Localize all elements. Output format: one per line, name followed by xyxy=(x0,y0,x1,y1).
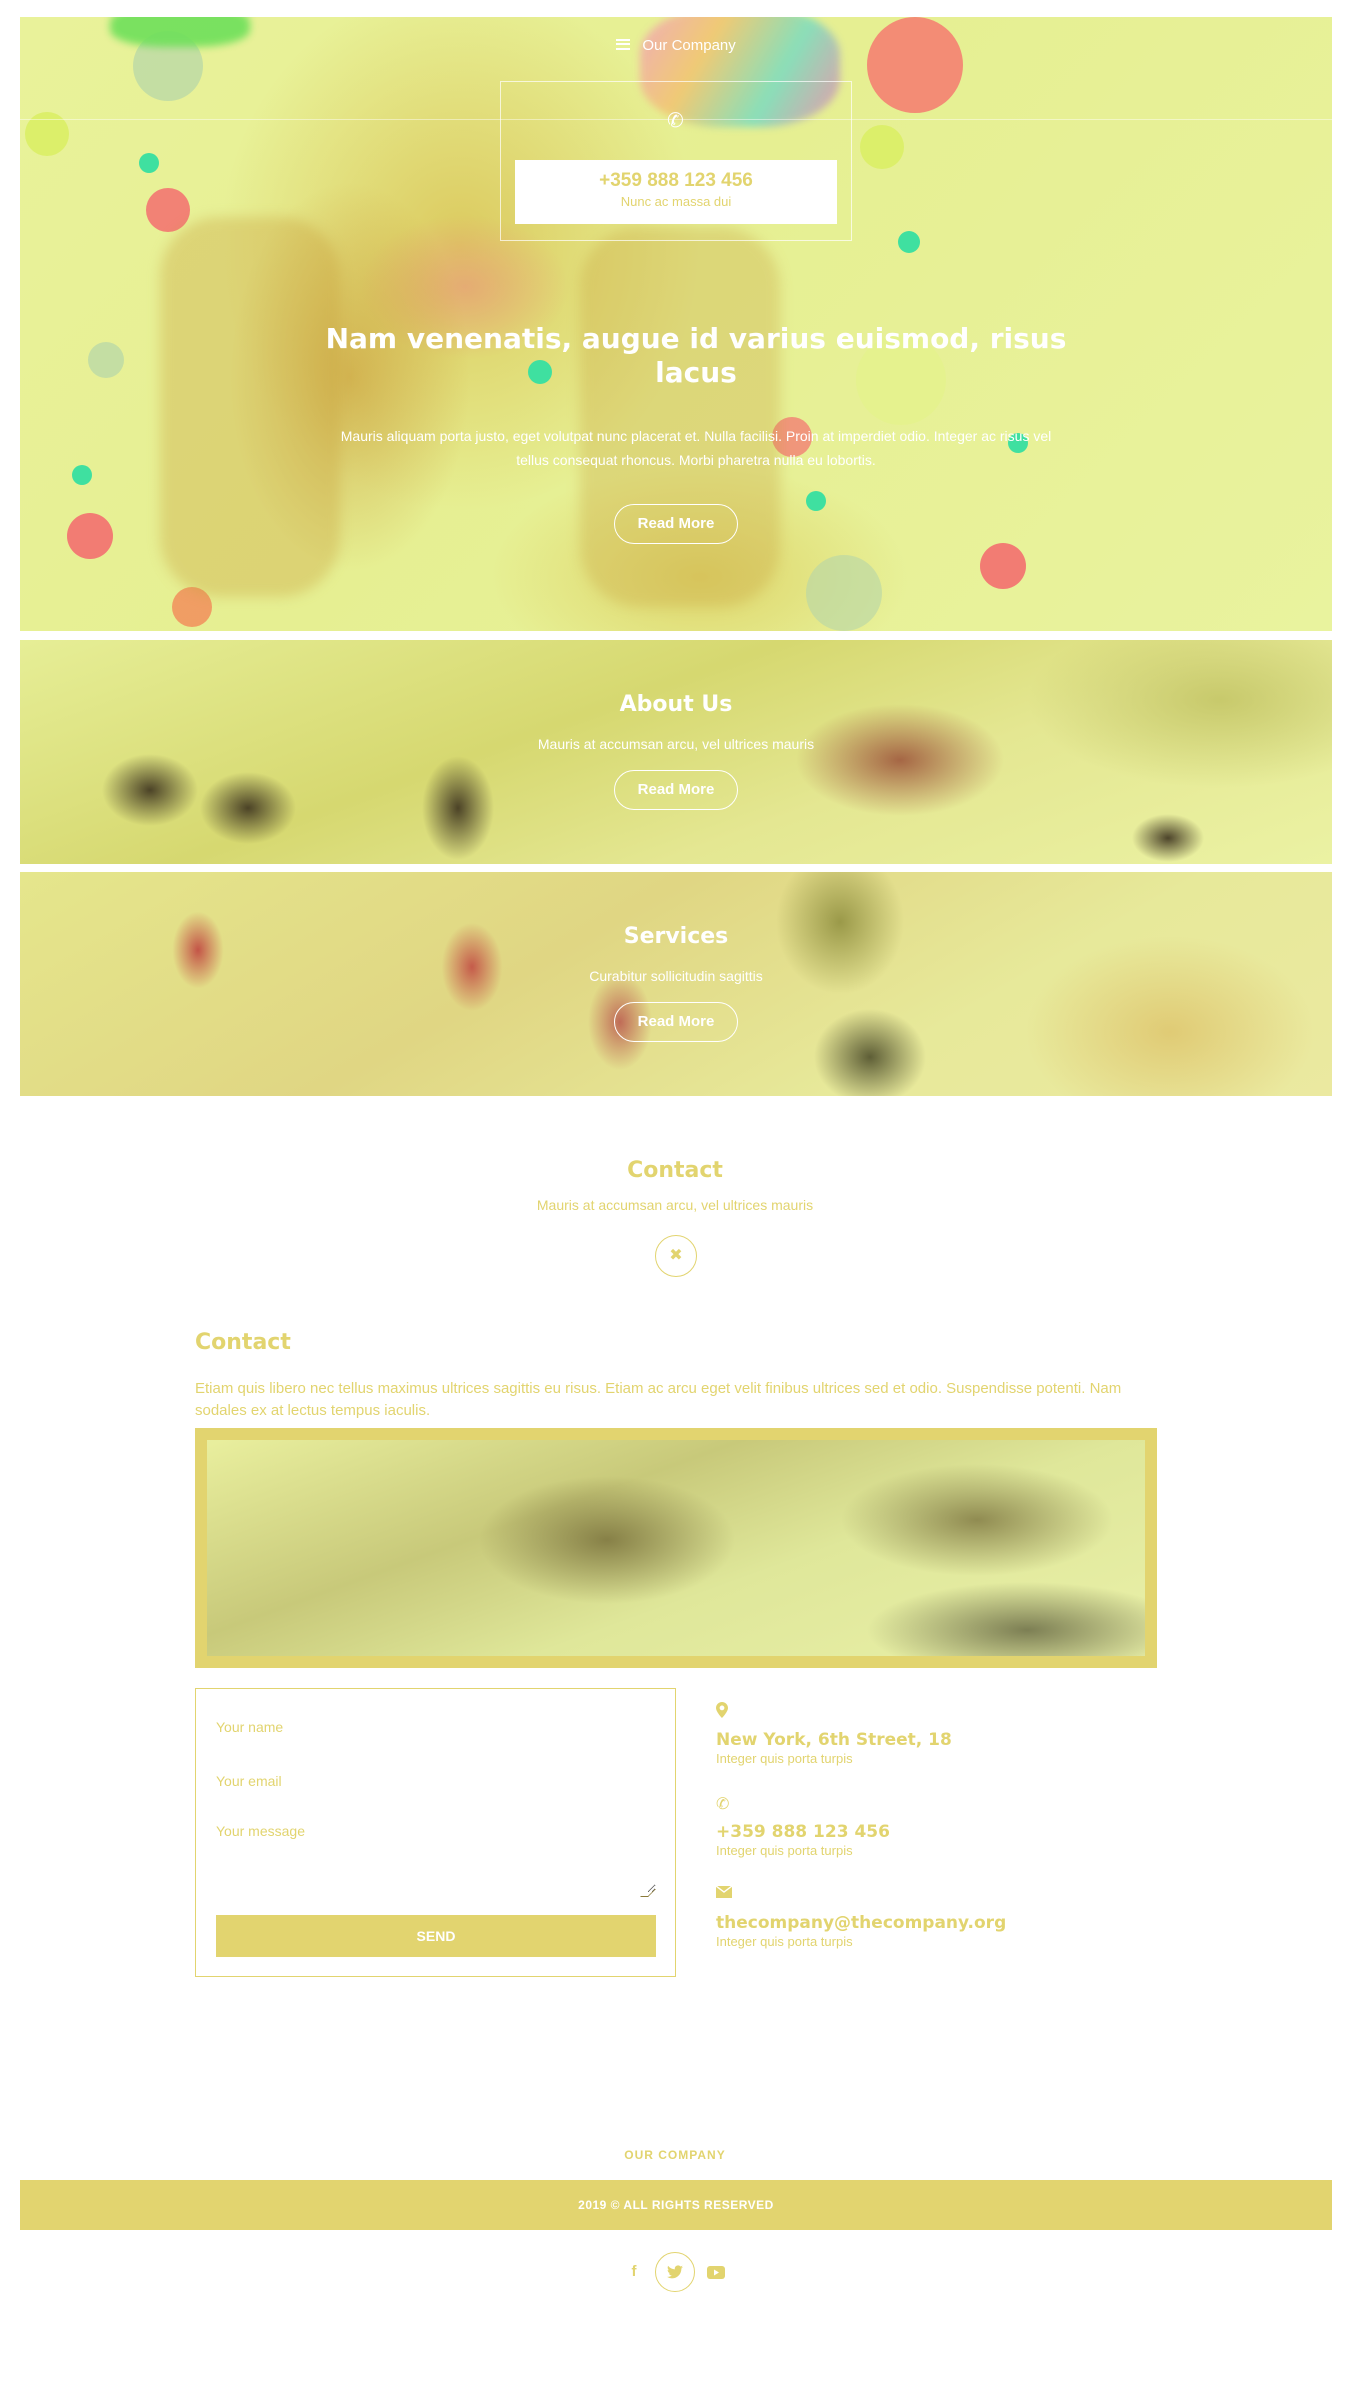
hand-decoration xyxy=(160,217,340,597)
contact-header-subtitle: Mauris at accumsan arcu, vel ultrices ma… xyxy=(536,1197,814,1213)
bubble-decoration xyxy=(806,491,826,511)
phone-icon: ✆ xyxy=(667,110,684,132)
hero-phone-number[interactable]: +359 888 123 456 xyxy=(515,170,837,192)
bubble-decoration xyxy=(72,465,92,485)
phone-box: ✆ +359 888 123 456 Nunc ac massa dui xyxy=(500,81,852,241)
footer-copyright: 2019 © ALL RIGHTS RESERVED xyxy=(20,2180,1332,2230)
envelope-icon xyxy=(715,1885,1006,1907)
services-section: Services Curabitur sollicitudin sagittis… xyxy=(20,872,1332,1096)
bubble-decoration xyxy=(146,188,190,232)
contact-header-title: Contact xyxy=(627,1158,723,1183)
services-title: Services xyxy=(623,924,729,949)
email-subtext: Integer quis porta turpis xyxy=(716,1934,853,1949)
contact-title: Contact xyxy=(195,1330,291,1355)
close-icon[interactable]: ✖ xyxy=(655,1235,697,1277)
about-subtitle: Mauris at accumsan arcu, vel ultrices ma… xyxy=(537,736,815,752)
info-address: New York, 6th Street, 18 Integer quis po… xyxy=(716,1702,952,1766)
map-marker-icon xyxy=(716,1702,952,1724)
hero-phone-subtitle: Nunc ac massa dui xyxy=(620,194,732,209)
bubble-decoration xyxy=(88,342,124,378)
about-title: About Us xyxy=(619,692,733,717)
hero-read-more-button[interactable]: Read More xyxy=(614,504,738,544)
info-email: thecompany@thecompany.org Integer quis p… xyxy=(715,1885,1006,1949)
facebook-icon[interactable]: f xyxy=(614,2252,654,2292)
bubble-decoration xyxy=(867,17,963,113)
bubble-decoration xyxy=(806,555,882,631)
twitter-icon[interactable] xyxy=(655,2252,695,2292)
about-read-more-button[interactable]: Read More xyxy=(614,770,738,810)
info-phone: ✆ +359 888 123 456 Integer quis porta tu… xyxy=(716,1794,890,1858)
typing-hands-image xyxy=(207,1440,1145,1656)
contact-header: Contact Mauris at accumsan arcu, vel ult… xyxy=(0,1158,1350,1213)
menu-icon[interactable] xyxy=(616,38,631,50)
email-text[interactable]: thecompany@thecompany.org xyxy=(716,1913,1006,1933)
services-subtitle: Curabitur sollicitudin sagittis xyxy=(589,968,763,984)
bubble-decoration xyxy=(980,543,1026,589)
contact-image-frame xyxy=(195,1428,1157,1668)
services-read-more-button[interactable]: Read More xyxy=(614,1002,738,1042)
bubble-decoration xyxy=(67,513,113,559)
email-field[interactable] xyxy=(216,1769,656,1793)
bubble-decoration xyxy=(860,125,904,169)
phone-card: +359 888 123 456 Nunc ac massa dui xyxy=(515,160,837,224)
hero-title: Nam venenatis, augue id varius euismod, … xyxy=(325,322,1067,389)
address-text: New York, 6th Street, 18 xyxy=(716,1730,952,1750)
address-subtext: Integer quis porta turpis xyxy=(716,1751,853,1766)
phone-text[interactable]: +359 888 123 456 xyxy=(716,1822,890,1842)
social-links: f xyxy=(0,2252,1350,2292)
youtube-icon[interactable] xyxy=(696,2252,736,2292)
hand-decoration xyxy=(580,227,780,607)
brand-link[interactable]: Our Company xyxy=(642,37,735,54)
name-field[interactable] xyxy=(216,1715,656,1739)
contact-text: Etiam quis libero nec tellus maximus ult… xyxy=(195,1380,1122,1419)
bubble-decoration xyxy=(139,153,159,173)
contact-form: SEND xyxy=(195,1688,676,1977)
footer-brand[interactable]: OUR COMPANY xyxy=(0,2148,1350,2162)
message-field[interactable] xyxy=(216,1823,656,1893)
about-section: About Us Mauris at accumsan arcu, vel ul… xyxy=(20,640,1332,864)
hero-text: Mauris aliquam porta justo, eget volutpa… xyxy=(340,428,1052,468)
top-nav[interactable]: Our Company xyxy=(20,37,1332,54)
phone-icon: ✆ xyxy=(716,1796,730,1813)
bubble-decoration xyxy=(898,231,920,253)
hero-section: Our Company ✆ +359 888 123 456 Nunc ac m… xyxy=(20,17,1332,631)
send-button[interactable]: SEND xyxy=(216,1915,656,1957)
phone-subtext: Integer quis porta turpis xyxy=(716,1843,853,1858)
